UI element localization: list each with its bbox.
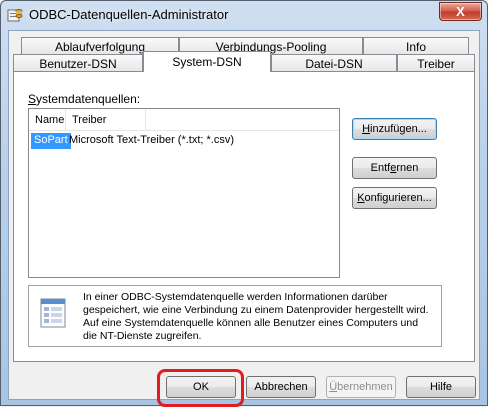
column-divider[interactable] <box>65 109 66 131</box>
tab-benutzer-dsn[interactable]: Benutzer-DSN <box>13 54 143 72</box>
remove-button[interactable]: Entf e rnen <box>352 157 437 179</box>
close-button[interactable]: X <box>439 2 482 21</box>
tab-system-dsn[interactable]: System-DSN <box>143 51 271 72</box>
title-bar[interactable]: ODBC-Datenquellen-Administrator X <box>1 1 487 29</box>
mnemonic: Ü <box>329 381 338 393</box>
info-line: In einer ODBC-Systemdatenquelle werden I… <box>83 291 388 303</box>
column-driver-header[interactable]: Treiber <box>72 114 106 126</box>
button-label: Abbrechen <box>254 381 308 393</box>
info-box: In einer ODBC-Systemdatenquelle werden I… <box>28 285 442 347</box>
help-button[interactable]: Hilfe <box>406 376 476 398</box>
list-header: Name Treiber <box>29 109 339 131</box>
column-name-header[interactable]: Name <box>35 114 64 126</box>
list-item-name: SoPart <box>31 133 71 149</box>
window-title: ODBC-Datenquellen-Administrator <box>29 7 229 22</box>
ok-button[interactable]: OK <box>166 376 236 398</box>
mnemonic: H <box>362 123 371 135</box>
tab-label: Ablaufverfolgung <box>54 39 146 54</box>
cancel-button[interactable]: Abbrechen <box>246 376 316 398</box>
button-label: onfigurieren... <box>364 192 432 204</box>
configure-button[interactable]: Konfigurieren... <box>352 187 437 209</box>
info-line: die NT-Dienste zugreifen. <box>83 330 202 342</box>
tab-datei-dsn[interactable]: Datei-DSN <box>271 54 397 72</box>
dialog-window: ODBC-Datenquellen-Administrator X Ablauf… <box>0 0 488 407</box>
button-label: bernehmen <box>337 381 393 393</box>
label-mnemonic: S <box>28 92 37 106</box>
odbc-app-icon <box>7 9 23 22</box>
button-label: rnen <box>396 162 419 174</box>
tab-label: Benutzer-DSN <box>39 56 117 71</box>
apply-button[interactable]: Übernehmen <box>326 376 396 398</box>
tab-label: System-DSN <box>172 55 242 69</box>
close-icon: X <box>456 4 465 19</box>
tab-info[interactable]: Info <box>363 37 469 55</box>
button-label: Entf <box>370 162 391 174</box>
system-dsn-panel: Systemdatenquellen: Name Treiber SoPart … <box>13 71 475 362</box>
dialog-client-area: Ablaufverfolgung Verbindungs-Pooling Inf… <box>8 30 480 407</box>
list-item-driver: Microsoft Text-Treiber (*.txt; *.csv) <box>69 134 235 146</box>
systemdatenquellen-label: Systemdatenquellen: <box>28 92 140 106</box>
info-text: In einer ODBC-Systemdatenquelle werden I… <box>83 291 439 343</box>
list-item[interactable]: SoPart Microsoft Text-Treiber (*.txt; *.… <box>29 133 339 149</box>
info-line: gespeichert, wie eine Verbindung zu eine… <box>83 304 429 316</box>
data-source-info-icon <box>40 298 66 328</box>
tab-label: Info <box>405 39 426 54</box>
button-label: Hilfe <box>429 381 452 393</box>
add-button[interactable]: Hinzufügen... <box>352 118 437 140</box>
mnemonic: K <box>357 192 365 204</box>
button-label: OK <box>193 381 209 393</box>
tab-label: Treiber <box>417 56 455 71</box>
button-label: inzufügen... <box>370 123 427 135</box>
label-text: ystemdatenquellen: <box>36 92 141 106</box>
tab-label: Datei-DSN <box>305 56 363 71</box>
info-line: Auf eine Systemdatenquelle können alle B… <box>83 317 419 329</box>
column-divider[interactable] <box>145 109 146 131</box>
data-source-list[interactable]: Name Treiber SoPart Microsoft Text-Treib… <box>28 108 340 278</box>
tab-treiber[interactable]: Treiber <box>397 54 475 72</box>
